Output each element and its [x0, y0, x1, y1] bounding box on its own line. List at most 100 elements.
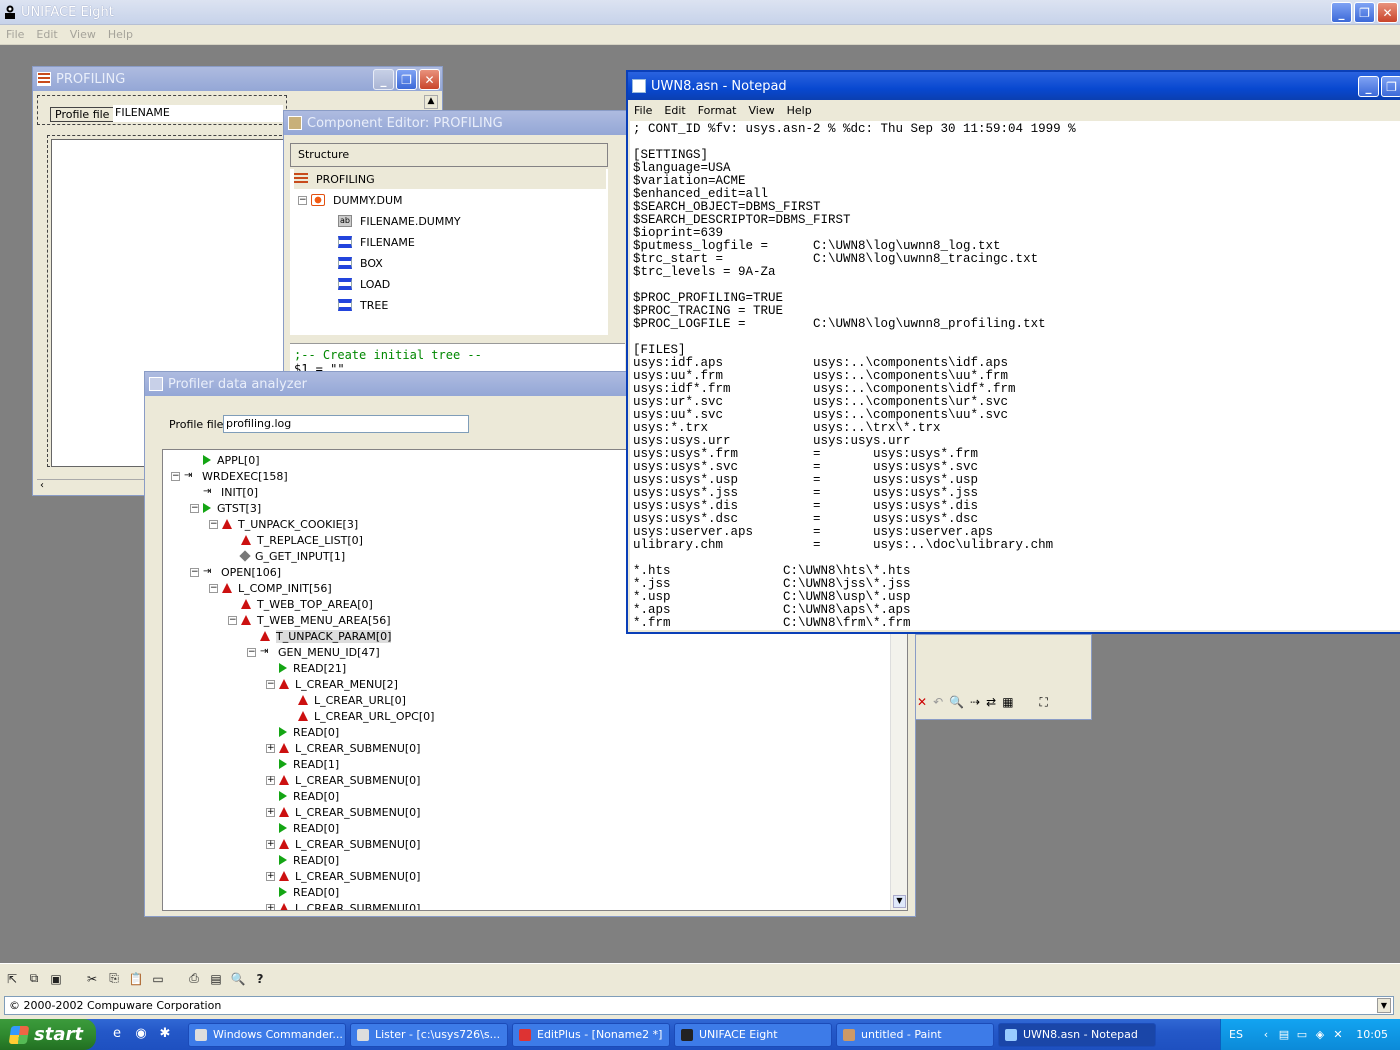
tool-icon[interactable]: ✱	[156, 1026, 174, 1044]
properties-icon[interactable]: ▤	[208, 971, 224, 987]
profiler-tree-node[interactable]: + L_CREAR_SUBMENU[0]	[266, 836, 420, 852]
profiler-tree-node[interactable]: + L_CREAR_SUBMENU[0]	[266, 868, 420, 884]
profiler-file-input[interactable]: profiling.log	[223, 415, 469, 433]
collapse-icon[interactable]: −	[228, 615, 237, 625]
collapse-icon[interactable]: −	[171, 471, 180, 481]
undo-icon[interactable]: ↶	[933, 695, 943, 710]
collapse-icon[interactable]: −	[190, 503, 199, 513]
profiler-tree-node[interactable]: + L_CREAR_SUBMENU[0]	[266, 900, 420, 910]
profiling-titlebar[interactable]: PROFILING _ ❐ ✕	[33, 67, 442, 91]
task-windows-commander[interactable]: Windows Commander...	[188, 1022, 346, 1047]
profiler-tree-node[interactable]: − ⇥ GEN_MENU_ID[47]	[247, 644, 380, 660]
help-icon[interactable]: ?	[252, 971, 268, 987]
collapse-icon[interactable]: −	[298, 195, 307, 205]
notepad-menu-edit[interactable]: Edit	[664, 104, 685, 117]
notepad-menu-file[interactable]: File	[634, 104, 652, 117]
tree-node-tree[interactable]: TREE	[338, 295, 388, 315]
menu-view[interactable]: View	[70, 28, 96, 41]
find-icon[interactable]: 🔍	[949, 695, 964, 710]
profiler-tree-node[interactable]: READ[0]	[266, 884, 339, 900]
tree-node-load[interactable]: LOAD	[338, 274, 390, 294]
task-uniface[interactable]: UNIFACE Eight	[674, 1022, 832, 1047]
collapse-icon[interactable]: −	[209, 519, 218, 529]
tray-expand-icon[interactable]: ‹	[1259, 1028, 1273, 1042]
expand-icon[interactable]: +	[266, 743, 275, 753]
notepad-menu-format[interactable]: Format	[698, 104, 737, 117]
replace-icon[interactable]: ⇄	[986, 695, 996, 710]
paste-icon[interactable]: 📋	[128, 971, 144, 987]
notepad-menu-view[interactable]: View	[749, 104, 775, 117]
expand-icon[interactable]: +	[266, 775, 275, 785]
monitor-icon[interactable]: ▭	[1295, 1028, 1309, 1042]
language-indicator[interactable]: ES	[1229, 1028, 1243, 1041]
open-icon[interactable]: ⇱	[4, 971, 20, 987]
maximize-editor-icon[interactable]: ⛶	[1040, 695, 1048, 710]
profiler-tree-node[interactable]: READ[21]	[266, 660, 346, 676]
tree-node-dummy-dum[interactable]: − DUMMY.DUM	[298, 190, 403, 210]
find-next-icon[interactable]: ⇢	[970, 695, 980, 710]
start-button[interactable]: start	[0, 1019, 96, 1050]
profiler-tree-node[interactable]: READ[1]	[266, 756, 339, 772]
menu-file[interactable]: File	[6, 28, 24, 41]
profiler-tree-node[interactable]: L_CREAR_URL[0]	[285, 692, 406, 708]
clear-icon[interactable]: ▭	[150, 971, 166, 987]
profiling-close-button[interactable]: ✕	[419, 69, 440, 90]
profiler-tree-node[interactable]: + L_CREAR_SUBMENU[0]	[266, 740, 420, 756]
profiler-tree-node[interactable]: G_GET_INPUT[1]	[228, 548, 345, 564]
profiler-tree-node[interactable]: − T_WEB_MENU_AREA[56]	[228, 612, 391, 628]
task-lister[interactable]: Lister - [c:\usys726\s...	[350, 1022, 508, 1047]
copy-icon[interactable]: ⎘	[106, 971, 122, 987]
profiler-tree-node[interactable]: − ⇥ WRDEXEC[158]	[171, 468, 288, 484]
profiler-tree-node[interactable]: − T_UNPACK_COOKIE[3]	[209, 516, 358, 532]
copy-window-icon[interactable]: ⧉	[26, 971, 42, 987]
speaker-icon[interactable]: ✕	[1331, 1028, 1345, 1042]
profiler-tree-node[interactable]: READ[0]	[266, 724, 339, 740]
goto-icon[interactable]: ▦	[1002, 695, 1013, 710]
tree-node-box[interactable]: BOX	[338, 253, 383, 273]
notepad-titlebar[interactable]: UWN8.asn - Notepad _ ❐	[628, 72, 1400, 100]
tree-node-profiling[interactable]: PROFILING	[294, 169, 606, 189]
menu-edit[interactable]: Edit	[36, 28, 57, 41]
save-icon[interactable]: ▣	[48, 971, 64, 987]
expand-icon[interactable]: +	[266, 839, 275, 849]
scroll-left-icon[interactable]: ‹	[40, 480, 44, 491]
collapse-icon[interactable]: −	[266, 679, 275, 689]
expand-icon[interactable]: +	[266, 903, 275, 910]
task-notepad[interactable]: UWN8.asn - Notepad	[998, 1022, 1156, 1047]
profiler-tree-node[interactable]: T_WEB_TOP_AREA[0]	[228, 596, 373, 612]
profiler-tree-node[interactable]: + L_CREAR_SUBMENU[0]	[266, 804, 420, 820]
notepad-maximize-button[interactable]: ❐	[1381, 76, 1400, 97]
profiler-tree-node[interactable]: − GTST[3]	[190, 500, 261, 516]
profiler-tree-node[interactable]: T_REPLACE_LIST[0]	[228, 532, 363, 548]
profiler-tree-node[interactable]: T_UNPACK_PARAM[0]	[247, 628, 392, 644]
print-icon[interactable]: ⎙	[186, 971, 202, 987]
chevron-down-icon[interactable]: ▼	[1377, 998, 1391, 1013]
profiler-tree-node[interactable]: − L_COMP_INIT[56]	[209, 580, 332, 596]
profiler-tree-node[interactable]: READ[0]	[266, 820, 339, 836]
proc-code-editor[interactable]: ;-- Create initial tree -- $1 = ""	[290, 343, 625, 373]
notepad-minimize-button[interactable]: _	[1358, 76, 1379, 97]
profiling-minimize-button[interactable]: _	[373, 69, 394, 90]
profiler-tree-node[interactable]: READ[0]	[266, 788, 339, 804]
tree-node-filename[interactable]: FILENAME	[338, 232, 415, 252]
profiler-tree-node[interactable]: L_CREAR_URL_OPC[0]	[285, 708, 434, 724]
collapse-icon[interactable]: −	[190, 567, 199, 577]
tray-app-icon[interactable]: ◈	[1313, 1028, 1327, 1042]
expand-icon[interactable]: +	[266, 871, 275, 881]
ie-icon[interactable]: e	[108, 1026, 126, 1044]
component-editor-titlebar[interactable]: Component Editor: PROFILING	[284, 111, 627, 135]
media-icon[interactable]: ◉	[132, 1026, 150, 1044]
profiler-tree-node[interactable]: APPL[0]	[190, 452, 260, 468]
profiler-tree-node[interactable]: + L_CREAR_SUBMENU[0]	[266, 772, 420, 788]
collapse-icon[interactable]: −	[247, 647, 256, 657]
task-editplus[interactable]: EditPlus - [Noname2 *]	[512, 1022, 670, 1047]
scroll-up-icon[interactable]: ▲	[424, 95, 438, 109]
scroll-down-icon[interactable]: ▼	[893, 895, 906, 908]
delete-icon[interactable]: ✕	[917, 695, 927, 710]
structure-tree[interactable]: PROFILING − DUMMY.DUM ab FILENAME.DUMMY …	[290, 169, 608, 335]
collapse-icon[interactable]: −	[209, 583, 218, 593]
profile-file-field[interactable]: FILENAME	[113, 105, 283, 122]
expand-icon[interactable]: +	[266, 807, 275, 817]
menu-help[interactable]: Help	[108, 28, 133, 41]
app-minimize-button[interactable]: _	[1331, 2, 1352, 23]
